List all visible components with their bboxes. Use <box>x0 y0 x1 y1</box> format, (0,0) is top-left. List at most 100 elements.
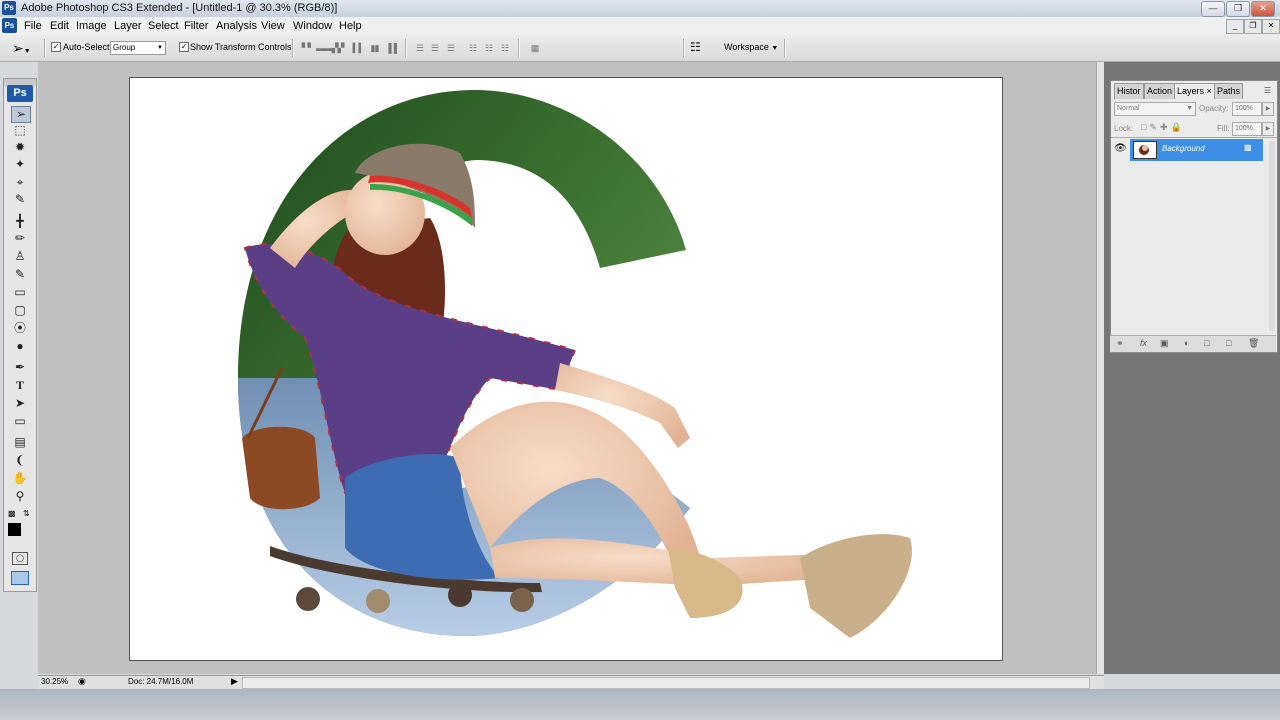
history-brush-tool-icon[interactable]: ✎ <box>11 267 29 282</box>
foreground-color-swatch[interactable] <box>8 523 21 536</box>
auto-select-dropdown[interactable]: Group ▼ <box>110 41 166 55</box>
bridge-icon[interactable]: ☷ <box>690 40 708 54</box>
panel-menu-icon[interactable]: ☰ <box>1264 86 1271 95</box>
close-icon[interactable]: ✕ <box>1251 1 1275 17</box>
distribute-hcenter-icon[interactable]: ☷ <box>482 43 495 53</box>
menu-filter[interactable]: Filter <box>182 18 210 34</box>
type-tool-icon[interactable]: T <box>11 378 29 393</box>
auto-align-icon[interactable]: ▦ <box>528 43 541 53</box>
quick-mask-icon[interactable]: ◯ <box>12 552 28 565</box>
layer-row[interactable]: Background ▩ <box>1130 139 1263 161</box>
menu-edit[interactable]: Edit <box>48 18 71 34</box>
menu-select[interactable]: Select <box>146 18 181 34</box>
document-canvas[interactable] <box>129 77 1003 661</box>
layer-lock-icon: ▩ <box>1244 143 1252 152</box>
lasso-tool-icon[interactable]: ✹ <box>11 140 29 155</box>
minimize-icon[interactable]: — <box>1201 1 1225 17</box>
doc-minimize-icon[interactable]: _ <box>1226 19 1244 34</box>
gradient-tool-icon[interactable]: ▢ <box>11 303 29 318</box>
delete-layer-icon[interactable]: 🗑 <box>1248 338 1259 349</box>
tab-history[interactable]: Histor <box>1114 83 1144 99</box>
status-info-icon[interactable]: ◉ <box>78 676 86 687</box>
visibility-eye-icon[interactable]: 👁 <box>1114 143 1127 154</box>
zoom-tool-icon[interactable]: ⚲ <box>11 489 29 504</box>
brush-tool-icon[interactable]: ✏ <box>11 231 29 246</box>
menu-file[interactable]: File <box>22 18 44 34</box>
panel-scrollbar[interactable] <box>1269 141 1275 331</box>
eraser-tool-icon[interactable]: ▭ <box>11 285 29 300</box>
doc-close-icon[interactable]: ✕ <box>1262 19 1280 34</box>
menu-analysis[interactable]: Analysis <box>214 18 259 34</box>
align-top-icon[interactable]: ▘▘ <box>301 43 315 53</box>
link-layers-icon[interactable]: ⚭ <box>1116 338 1124 349</box>
notes-tool-icon[interactable]: ▤ <box>11 435 29 450</box>
fill-field[interactable]: 100% <box>1232 122 1262 136</box>
auto-select-checkbox[interactable]: ✓ <box>51 42 61 52</box>
blend-mode-dropdown[interactable]: Normal ▼ <box>1114 102 1196 116</box>
menu-bar: Ps File Edit Image Layer Select Filter A… <box>0 17 1280 36</box>
align-bottom-icon[interactable]: ▞▞ <box>331 43 345 53</box>
distribute-vcenter-icon[interactable]: ☰ <box>428 43 441 53</box>
opacity-field[interactable]: 100% <box>1232 102 1262 116</box>
menu-layer[interactable]: Layer <box>112 18 144 34</box>
fill-slider-icon[interactable]: ▶ <box>1262 122 1274 136</box>
opacity-slider-icon[interactable]: ▶ <box>1262 102 1274 116</box>
show-transform-checkbox[interactable]: ✓ <box>179 42 189 52</box>
healing-brush-tool-icon[interactable]: ╋ <box>11 214 29 229</box>
ps-logo[interactable]: Ps <box>7 85 33 102</box>
tab-actions[interactable]: Action <box>1144 83 1176 99</box>
hand-tool-icon[interactable]: ✋ <box>11 471 29 486</box>
title-bar: Ps Adobe Photoshop CS3 Extended - [Untit… <box>0 0 1280 18</box>
doc-restore-icon[interactable]: ❐ <box>1244 19 1262 34</box>
layer-style-icon[interactable]: fx <box>1140 338 1147 348</box>
document-icon[interactable]: Ps <box>2 18 17 33</box>
doc-size: Doc: 24.7M/16.0M <box>128 677 194 686</box>
horizontal-scrollbar[interactable] <box>242 677 1090 689</box>
align-hcenter-icon[interactable]: ▮▮ <box>368 43 381 53</box>
align-vcenter-icon[interactable]: ▬▬ <box>316 43 333 53</box>
eyedropper-tool-icon[interactable]: ❨ <box>11 453 29 468</box>
align-right-icon[interactable]: ▐▐ <box>384 43 397 53</box>
zoom-field[interactable]: 30.25% <box>41 677 68 686</box>
new-group-icon[interactable]: □ <box>1204 338 1209 348</box>
swap-colors-icon[interactable]: ⇅ <box>23 509 30 518</box>
layer-name[interactable]: Background <box>1162 144 1205 153</box>
tab-layers[interactable]: Layers × <box>1174 83 1215 99</box>
lock-icons[interactable]: □✎✚🔒 <box>1141 122 1185 133</box>
menu-window[interactable]: Window <box>291 18 334 34</box>
menu-view[interactable]: View <box>259 18 287 34</box>
menu-help[interactable]: Help <box>337 18 364 34</box>
restore-icon[interactable]: ❐ <box>1226 1 1250 17</box>
opacity-label: Opacity: <box>1199 104 1229 113</box>
layer-thumbnail <box>1133 141 1157 159</box>
menu-image[interactable]: Image <box>74 18 109 34</box>
shape-tool-icon[interactable]: ▭ <box>11 414 29 429</box>
tab-paths[interactable]: Paths <box>1214 83 1244 99</box>
path-select-tool-icon[interactable]: ➤ <box>11 396 29 411</box>
screen-mode-icon[interactable] <box>11 571 29 585</box>
distribute-bottom-icon[interactable]: ☰ <box>444 43 457 53</box>
distribute-right-icon[interactable]: ☷ <box>498 43 511 53</box>
dodge-tool-icon[interactable]: ● <box>11 339 29 354</box>
magic-wand-tool-icon[interactable]: ✦ <box>11 157 29 172</box>
status-menu-arrow-icon[interactable]: ▶ <box>231 676 238 687</box>
slice-tool-icon[interactable]: ✎ <box>11 192 29 207</box>
distribute-left-icon[interactable]: ☷ <box>466 43 479 53</box>
clone-stamp-tool-icon[interactable]: ♙ <box>11 249 29 264</box>
divider <box>292 39 294 57</box>
new-layer-icon[interactable]: □ <box>1226 338 1231 348</box>
default-colors-icon[interactable]: ▩ <box>8 509 16 518</box>
crop-tool-icon[interactable]: ⌖ <box>11 175 29 190</box>
adjustment-layer-icon[interactable]: ◐ <box>1184 338 1189 348</box>
align-left-icon[interactable]: ▍▍ <box>352 43 366 53</box>
move-tool-preset-icon[interactable]: ➢▼ <box>12 40 31 57</box>
blur-tool-icon[interactable]: ⦿ <box>11 321 29 336</box>
pen-tool-icon[interactable]: ✒ <box>11 360 29 375</box>
marquee-tool-icon[interactable]: ⬚ <box>11 123 29 138</box>
move-tool-icon[interactable]: ➢ <box>11 106 31 123</box>
layer-mask-icon[interactable]: ▣ <box>1160 338 1169 349</box>
distribute-top-icon[interactable]: ☰ <box>413 43 426 53</box>
tab-close-icon[interactable]: × <box>1207 86 1212 96</box>
workspace-button[interactable]: Workspace ▼ <box>724 41 778 55</box>
canvas-artwork <box>238 89 912 638</box>
